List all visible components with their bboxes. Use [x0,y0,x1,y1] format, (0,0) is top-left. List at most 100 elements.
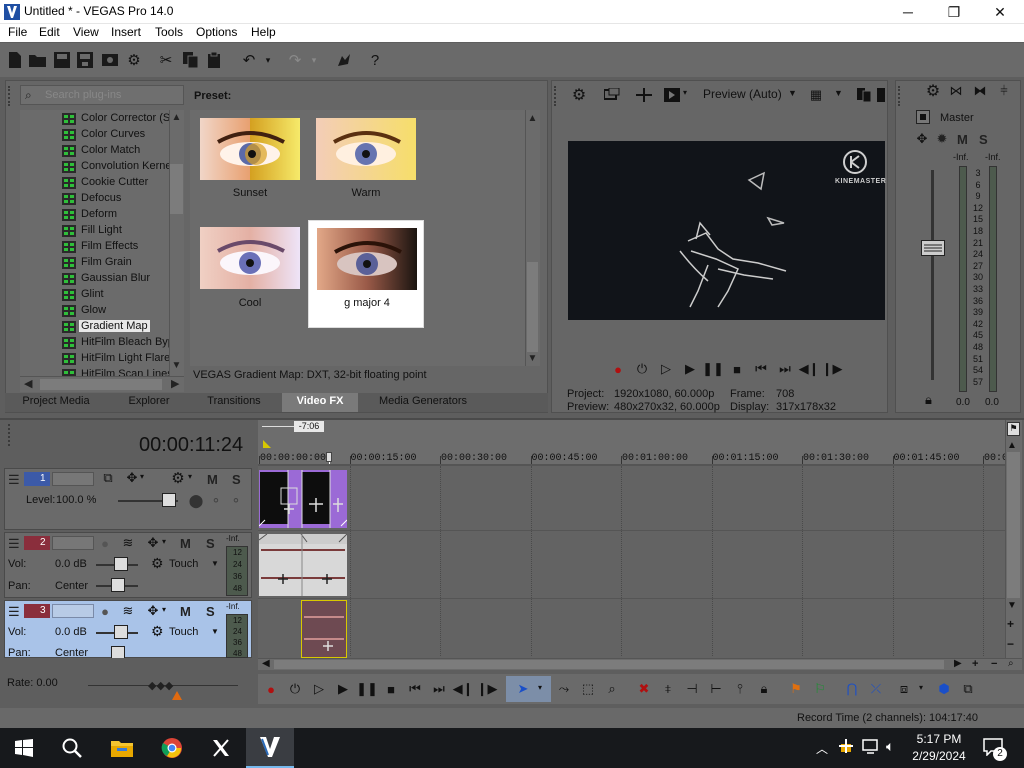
plugin-item[interactable]: Film Effects [20,239,169,255]
close-button[interactable]: ✕ [977,0,1023,24]
redo-icon[interactable]: ↷ [286,51,304,69]
parent-composite-icon[interactable]: ⚬ [208,493,224,509]
go-to-end-icon[interactable]: ⏭ [777,361,793,377]
plugin-tree-scrollbar[interactable] [169,110,184,376]
audio-event-clip[interactable] [259,534,347,596]
timeline-loop-icon[interactable]: ⏻ [287,681,303,697]
zoom-tool-icon[interactable]: ⌕ [1008,658,1014,669]
plugin-item[interactable]: Film Grain [20,255,169,271]
track-2-invert-phase-icon[interactable]: ≋ [120,535,136,551]
track-3-fx-dropdown-icon[interactable]: ▾ [162,605,166,614]
auto-crossfade-icon[interactable]: ⤫ [868,681,884,697]
play-icon[interactable]: ▶ [682,361,698,377]
master-fx-icon[interactable]: ✹ [934,131,950,147]
plugin-item[interactable]: Gaussian Blur [20,271,169,287]
track-1-level-slider[interactable] [162,493,176,507]
loop-playback-icon[interactable]: ⏻ [634,361,650,377]
paste-icon[interactable] [206,51,224,69]
plugin-item[interactable]: Glint [20,287,169,303]
show-hidden-icons-icon[interactable]: ︿ [816,740,828,757]
onedrive-icon[interactable] [838,738,854,754]
save-icon[interactable] [53,51,71,69]
master-insert-fx-icon[interactable]: ✥ [914,131,930,147]
overlays-grid-icon[interactable]: ▦ [808,87,824,103]
downmix-icon[interactable]: ⋈ [948,83,964,99]
split-screen-icon[interactable] [636,87,652,103]
track-3-vol-slider[interactable] [114,625,128,639]
timeline-stop-icon[interactable]: ■ [383,681,399,697]
track-3-automation-mode[interactable]: Touch [169,626,198,638]
plugin-item[interactable]: HitFilm Light Flares [20,351,169,367]
delete-icon[interactable]: ✖ [636,681,652,697]
timeline-pause-icon[interactable]: ❚❚ [356,681,378,697]
copy-icon[interactable] [182,51,200,69]
save-snapshot-icon[interactable] [876,87,886,103]
preset-card-warm[interactable]: Warm [312,113,420,207]
track-motion-icon[interactable]: ⧉ [100,470,116,486]
track-1-gear-dropdown-icon[interactable]: ▾ [188,472,192,481]
save-as-icon[interactable] [76,51,94,69]
track-3-fx-icon[interactable]: ✥ [145,603,161,619]
plugin-item[interactable]: HitFilm Scan Lines [20,367,169,376]
tab-transitions[interactable]: Transitions [197,395,271,410]
menu-insert[interactable]: Insert [111,25,141,39]
chrome-taskbar-icon[interactable] [148,728,196,768]
track-3-invert-phase-icon[interactable]: ≋ [120,603,136,619]
ripple-dropdown-icon[interactable]: ▾ [919,683,923,692]
edit-tool-dropdown-icon[interactable]: ▾ [538,683,542,692]
timeline-scroll-right-icon[interactable]: ▶ [954,658,962,669]
trim-start-icon[interactable]: ⊣ [684,681,700,697]
timeline-next-frame-icon[interactable]: ❙▶ [477,681,498,697]
stop-icon[interactable]: ■ [729,361,745,377]
track-3-mute-button[interactable]: M [180,604,191,619]
plugin-item[interactable]: HitFilm Bleach Byp [20,335,169,351]
cut-icon[interactable]: ✂ [157,51,175,69]
timeline-record-icon[interactable]: ● [263,681,279,697]
plugin-tree-scroll-thumb[interactable] [170,164,183,214]
taskbar-clock-time[interactable]: 5:17 PM [906,732,972,746]
play-from-start-icon[interactable]: ▷ [658,361,674,377]
lock-envelopes-icon[interactable]: ⬢ [936,681,952,697]
open-folder-icon[interactable] [29,51,47,69]
track-2-mute-button[interactable]: M [180,536,191,551]
track-1-name-field[interactable] [52,472,94,486]
plugin-item[interactable]: Deform [20,207,169,223]
overlays-dropdown-icon[interactable]: ▼ [834,88,843,98]
track-2-name-field[interactable] [52,536,94,550]
preview-quality-select[interactable]: Preview (Auto) [703,87,782,101]
plugin-item[interactable]: Glow [20,303,169,319]
tab-media-generators[interactable]: Media Generators [368,395,478,410]
maximize-button[interactable]: ❐ [931,0,977,24]
track-2-fx-dropdown-icon[interactable]: ▾ [162,537,166,546]
scroll-up-icon[interactable]: ▲ [170,112,183,123]
track-2-arm-record-icon[interactable]: ● [97,535,113,551]
timeline-scroll-up-icon[interactable]: ▲ [1007,440,1017,451]
external-monitor-icon[interactable] [604,87,620,103]
taskbar-clock-date[interactable]: 2/29/2024 [906,749,972,763]
pause-icon[interactable]: ❚❚ [702,361,724,377]
menu-file[interactable]: File [8,25,27,39]
track-2-vol-slider[interactable] [114,557,128,571]
file-explorer-taskbar-icon[interactable] [98,728,146,768]
timeline-previous-frame-icon[interactable]: ◀❙ [453,681,474,697]
network-icon[interactable] [862,739,880,755]
timeline-timecode[interactable]: 00:00:11:24 [139,434,243,457]
plugin-item[interactable]: Gradient Map [20,319,169,335]
plugin-item[interactable]: Convolution Kerne [20,159,169,175]
track-1-minimize-icon[interactable]: ☰ [8,472,20,488]
master-volume-fader[interactable] [921,240,945,256]
zoom-edit-tool-icon[interactable]: ⌕ [604,681,620,697]
render-as-icon[interactable] [101,51,119,69]
insert-region-icon[interactable]: ⚐ [812,681,828,697]
preview-quality-dropdown-icon[interactable]: ▼ [788,88,797,98]
snapping-magnet-icon[interactable]: ⋂ [844,681,860,697]
track-1-fx-dropdown-icon[interactable]: ▾ [140,472,144,481]
plugin-item[interactable]: Color Corrector (S [20,111,169,127]
go-to-start-icon[interactable]: ⏮ [753,361,769,377]
ignore-grouping-icon[interactable]: ⧉ [960,681,976,697]
menu-view[interactable]: View [73,25,99,39]
preset-scroll-thumb[interactable] [527,262,538,352]
undo-dropdown-icon[interactable]: ▾ [262,51,274,69]
minimize-button[interactable]: ─ [885,0,931,24]
volume-icon[interactable]: 🔈︎ [886,738,894,755]
